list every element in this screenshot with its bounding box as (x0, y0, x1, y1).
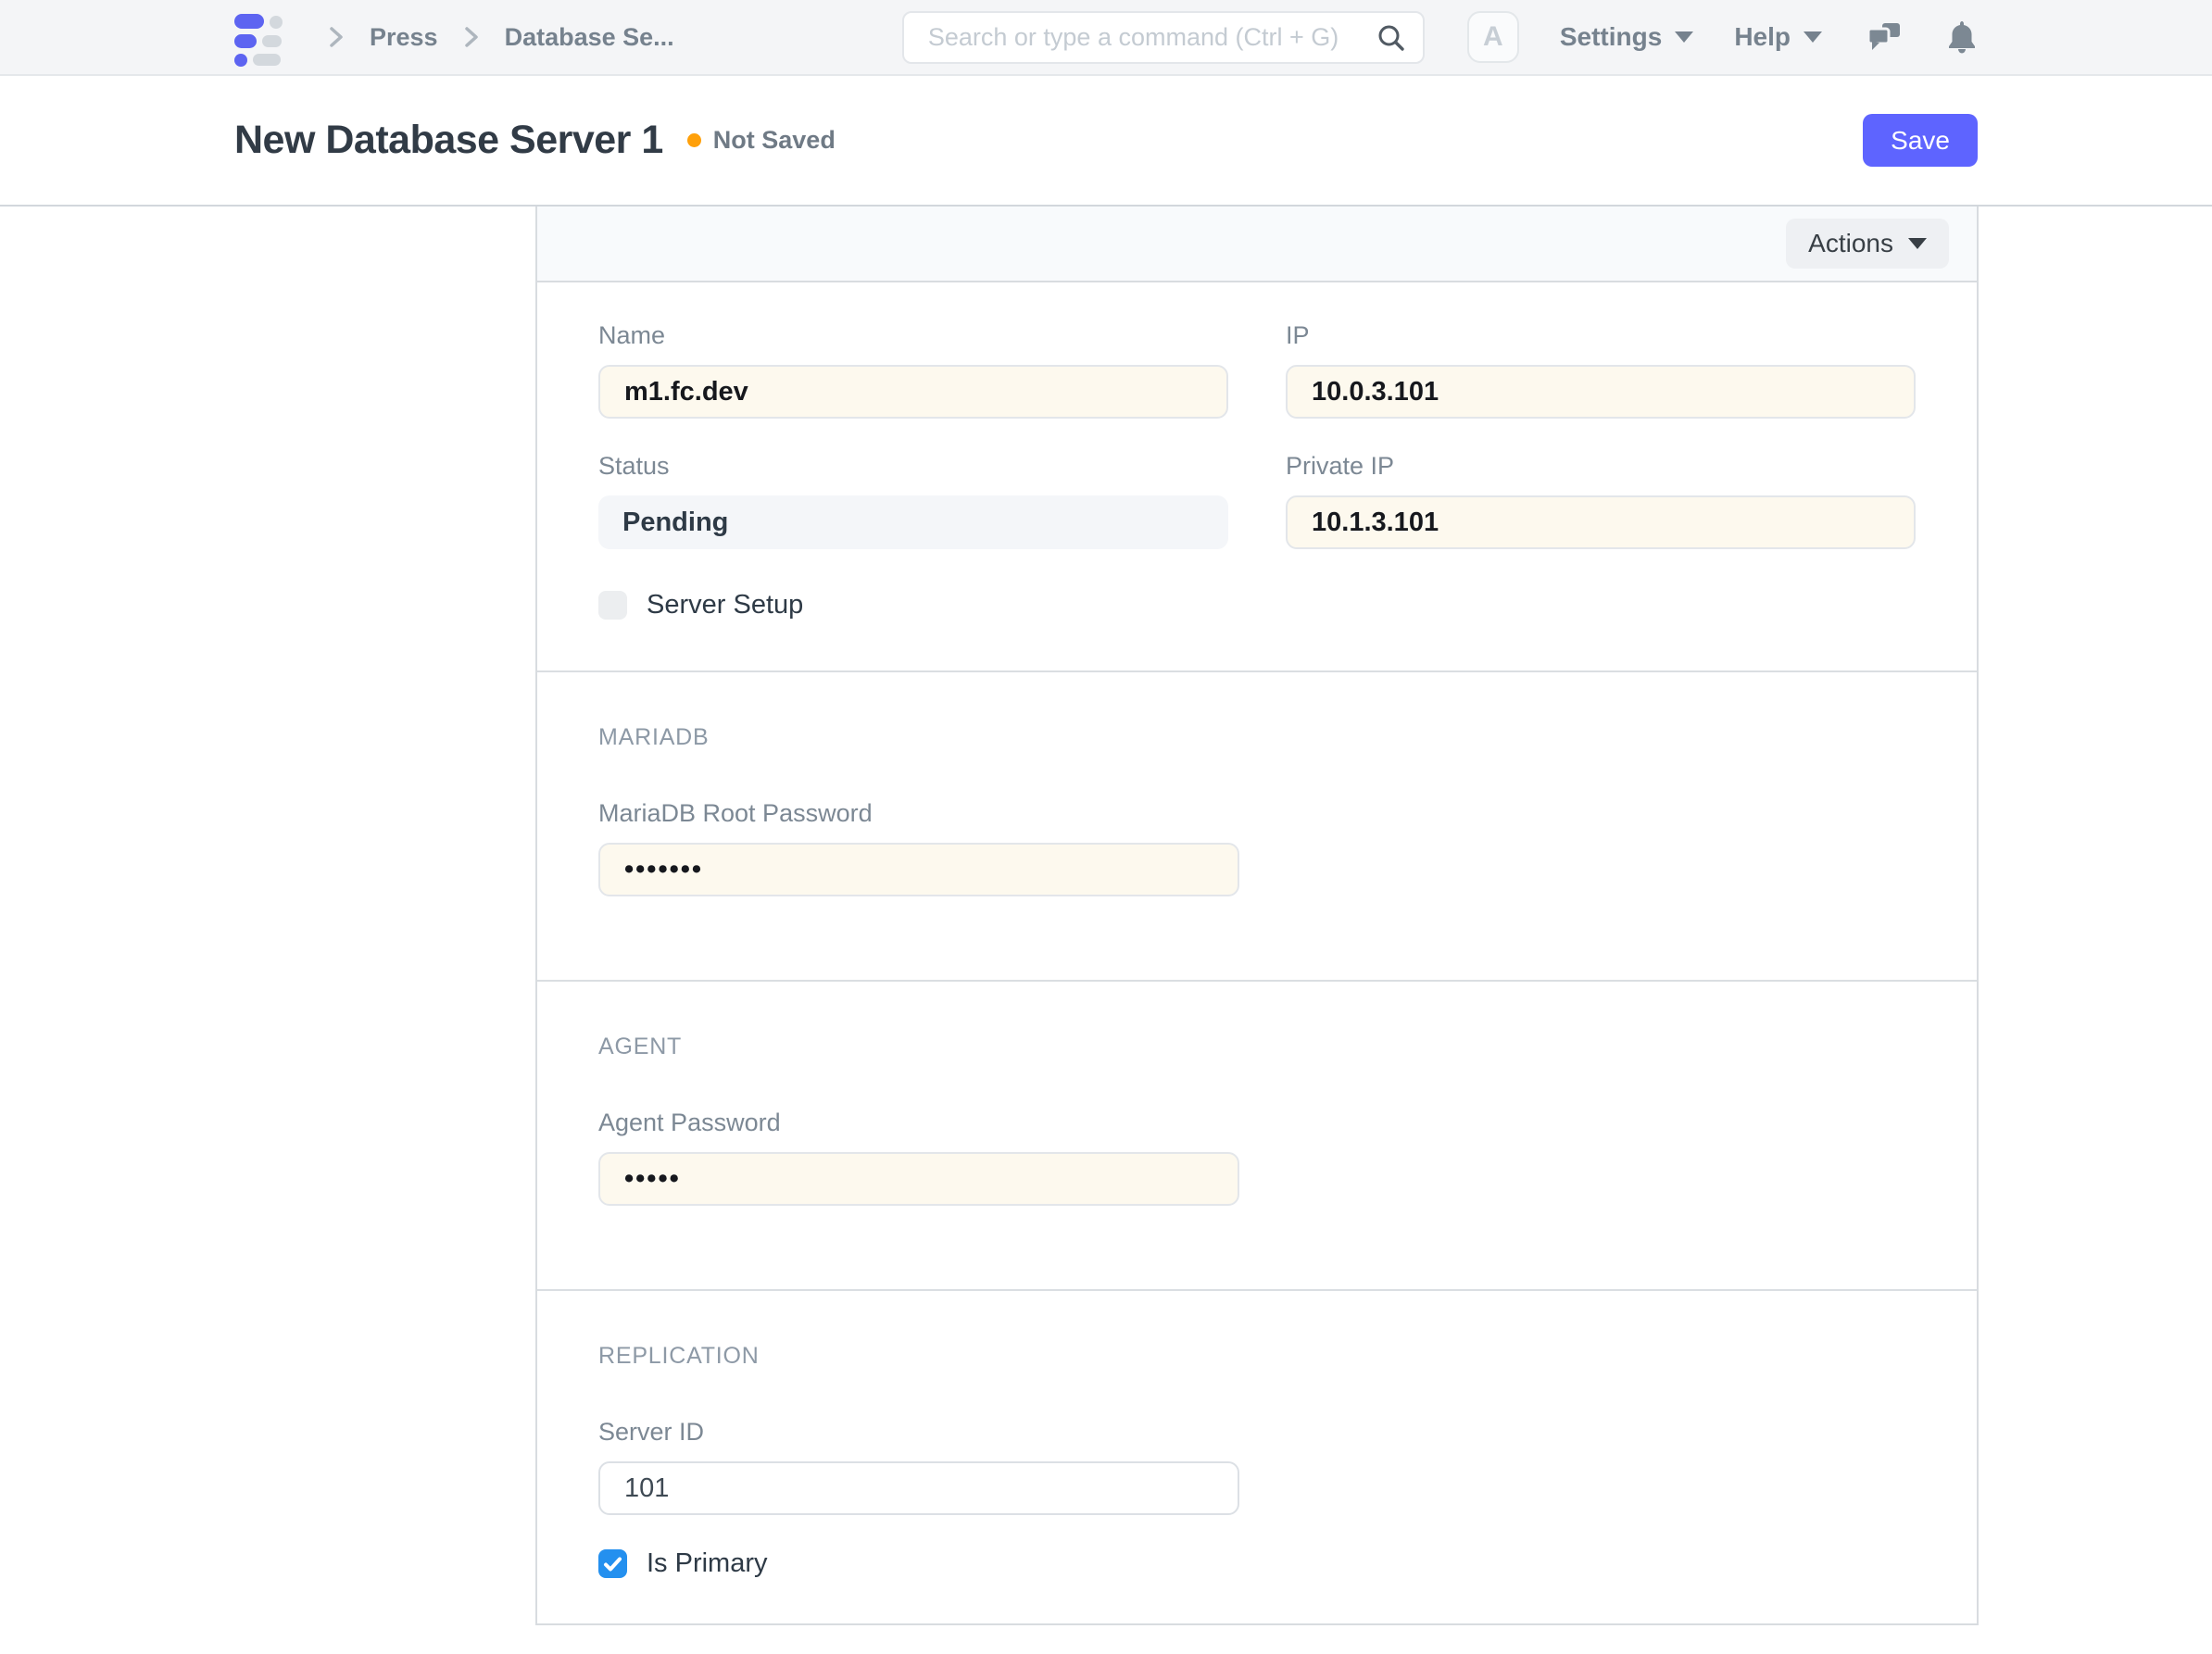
status-value: Pending (598, 495, 1228, 549)
navbar-right: A Settings Help (1467, 11, 1978, 63)
chevron-right-icon (325, 24, 347, 50)
document-status: Not Saved (687, 126, 836, 155)
field-status: Status Pending (598, 452, 1228, 549)
ip-label: IP (1286, 321, 1916, 350)
name-input[interactable] (598, 365, 1228, 419)
field-name: Name (598, 321, 1228, 419)
ip-input[interactable] (1286, 365, 1916, 419)
form-card: Actions Name Status Pending (535, 207, 1979, 1625)
status-label: Status (598, 452, 1228, 481)
field-mariadb-root-password: MariaDB Root Password (598, 799, 1916, 896)
private-ip-label: Private IP (1286, 452, 1916, 481)
search-icon[interactable] (1376, 23, 1406, 57)
settings-menu[interactable]: Settings (1560, 22, 1693, 52)
mariadb-root-password-label: MariaDB Root Password (598, 799, 1916, 828)
actions-button[interactable]: Actions (1786, 219, 1949, 269)
server-id-label: Server ID (598, 1418, 1916, 1447)
is-primary-checkbox[interactable]: Is Primary (598, 1548, 1916, 1579)
global-search (902, 11, 1425, 64)
form-toolbar: Actions (537, 207, 1977, 282)
agent-password-label: Agent Password (598, 1109, 1916, 1137)
section-replication: REPLICATION Server ID Is Primary (537, 1291, 1977, 1623)
help-menu[interactable]: Help (1734, 22, 1822, 52)
server-setup-checkbox[interactable]: Server Setup (598, 590, 1228, 620)
private-ip-input[interactable] (1286, 495, 1916, 549)
field-server-id: Server ID (598, 1418, 1916, 1515)
chat-icon[interactable] (1866, 20, 1902, 54)
save-button[interactable]: Save (1863, 114, 1978, 167)
frappe-logo-icon[interactable] (234, 14, 283, 60)
chevron-down-icon (1908, 238, 1927, 249)
chevron-down-icon (1804, 31, 1822, 43)
breadcrumb-item-database-server[interactable]: Database Se... (505, 23, 674, 52)
server-setup-label: Server Setup (647, 590, 803, 620)
agent-section-heading: AGENT (598, 1034, 1916, 1060)
section-mariadb: MARIADB MariaDB Root Password (537, 672, 1977, 982)
is-primary-label: Is Primary (647, 1548, 768, 1579)
name-label: Name (598, 321, 1228, 350)
page-title: New Database Server 1 (234, 118, 663, 163)
status-badge: Not Saved (713, 126, 836, 155)
checkbox-checked-icon[interactable] (598, 1549, 627, 1578)
field-ip: IP (1286, 321, 1916, 419)
page-header: New Database Server 1 Not Saved Save (0, 76, 2212, 207)
help-label: Help (1734, 22, 1791, 52)
navbar: Press Database Se... A Settings Help (0, 0, 2212, 76)
field-private-ip: Private IP (1286, 452, 1916, 549)
breadcrumb: Press Database Se... (303, 23, 674, 52)
avatar[interactable]: A (1467, 11, 1519, 63)
actions-label: Actions (1808, 229, 1893, 258)
server-id-input[interactable] (598, 1461, 1239, 1515)
agent-password-input[interactable] (598, 1152, 1239, 1206)
main-content: Actions Name Status Pending (0, 207, 2212, 1625)
bell-icon[interactable] (1946, 19, 1978, 55)
not-saved-dot-icon (687, 133, 701, 147)
chevron-down-icon (1675, 31, 1693, 43)
section-agent: AGENT Agent Password (537, 982, 1977, 1291)
section-details: Name Status Pending Server Setup (537, 282, 1977, 672)
breadcrumb-item-press[interactable]: Press (370, 23, 438, 52)
mariadb-section-heading: MARIADB (598, 724, 1916, 751)
replication-section-heading: REPLICATION (598, 1343, 1916, 1370)
search-input[interactable] (902, 11, 1425, 64)
chevron-right-icon (460, 24, 483, 50)
checkbox-unchecked-icon[interactable] (598, 591, 627, 620)
mariadb-root-password-input[interactable] (598, 843, 1239, 896)
settings-label: Settings (1560, 22, 1662, 52)
field-agent-password: Agent Password (598, 1109, 1916, 1206)
